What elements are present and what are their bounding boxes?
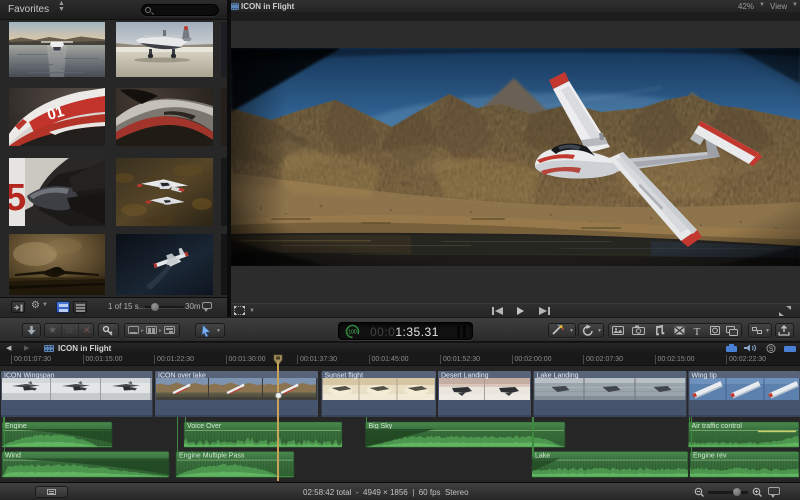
svg-text:Wind: Wind	[5, 453, 21, 460]
svg-text:Engine rev: Engine rev	[693, 453, 727, 460]
svg-text:Air traffic control: Air traffic control	[692, 423, 743, 430]
svg-text:Engine Multiple Pass: Engine Multiple Pass	[179, 453, 245, 460]
svg-text:Lake: Lake	[535, 453, 550, 460]
svg-text:S: S	[769, 346, 774, 353]
svg-text:5: 5	[9, 177, 26, 219]
svg-text:100: 100	[348, 330, 357, 336]
svg-text:T: T	[694, 326, 701, 337]
svg-text:Big Sky: Big Sky	[369, 423, 393, 430]
svg-text:Voice Over: Voice Over	[187, 423, 222, 430]
svg-text:Engine: Engine	[5, 423, 27, 430]
